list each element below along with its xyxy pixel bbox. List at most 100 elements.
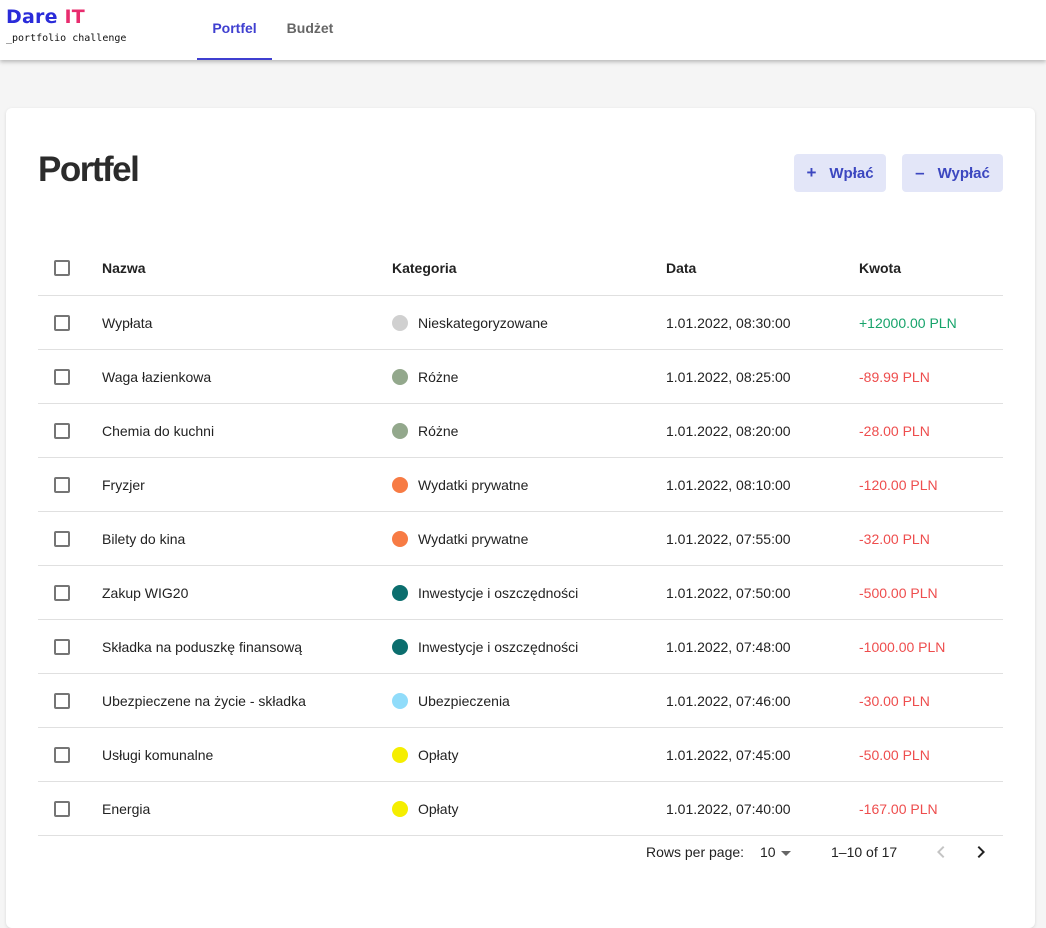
category-label: Ubezpieczenia [418,692,510,709]
category-cell: Różne [392,404,458,457]
header-checkbox-cell [54,240,70,295]
transaction-date: 1.01.2022, 07:46:00 [666,692,791,709]
column-header-name[interactable]: Nazwa [102,240,146,295]
category-color-dot [392,314,408,331]
column-header-amount[interactable]: Kwota [859,240,901,295]
transaction-date: 1.01.2022, 08:10:00 [666,476,791,493]
table-row[interactable]: Ubezpieczene na życie - składka Ubezpiecz… [38,674,1003,728]
row-checkbox-cell [54,404,70,457]
row-checkbox[interactable] [54,800,70,817]
row-checkbox-cell [54,458,70,511]
category-cell: Ubezpieczenia [392,674,510,727]
table-row[interactable]: Usługi komunalne Opłaty 1.01.2022, 07:45:0… [38,728,1003,782]
transaction-name: Waga łazienkowa [102,368,212,385]
logo-subtitle: _portfolio challenge [6,33,127,44]
row-checkbox[interactable] [54,314,70,331]
category-cell: Wydatki prywatne [392,512,528,565]
dropdown-arrow-icon[interactable] [781,851,791,856]
category-cell: Opłaty [392,728,458,781]
app-bar: Dare IT _portfolio challenge Portfel Bud… [0,0,1046,60]
row-checkbox[interactable] [54,584,70,601]
category-label: Różne [418,368,459,385]
transaction-name: Ubezpieczene na życie - składka [102,692,306,709]
page-title: Portfel [38,150,140,189]
column-header-date[interactable]: Data [666,240,696,295]
category-color-dot [392,530,408,547]
row-checkbox-cell [54,728,70,781]
category-color-dot [392,800,408,817]
category-label: Wydatki prywatne [418,530,529,547]
withdraw-button-label: Wypłać [937,164,990,182]
category-color-dot [392,692,408,709]
row-checkbox[interactable] [54,530,70,547]
category-label: Wydatki prywatne [418,476,529,493]
transaction-name: Fryzjer [102,476,145,493]
transaction-date: 1.01.2022, 08:25:00 [666,368,791,385]
row-checkbox[interactable] [54,638,70,655]
transactions-table: Nazwa Kategoria Data Kwota Wypłata Nieska… [38,240,1003,836]
transaction-amount: -32.00 PLN [859,530,930,547]
row-checkbox[interactable] [54,476,70,493]
logo-dare: Dare [6,6,58,28]
tab-portfel[interactable]: Portfel [197,0,272,60]
table-row[interactable]: Fryzjer Wydatki prywatne 1.01.2022, 08:10:… [38,458,1003,512]
transaction-name: Wypłata [102,314,153,331]
select-all-checkbox[interactable] [54,259,70,276]
row-checkbox-cell [54,620,70,673]
table-row[interactable]: Waga łazienkowa Różne 1.01.2022, 08:25:00 -… [38,350,1003,404]
category-color-dot [392,584,408,601]
category-color-dot [392,422,408,439]
row-checkbox[interactable] [54,422,70,439]
column-header-category[interactable]: Kategoria [392,240,457,295]
row-checkbox[interactable] [54,746,70,763]
table-row[interactable]: Wypłata Nieskategoryzowane 1.01.2022, 08:3… [38,296,1003,350]
transaction-name: Zakup WIG20 [102,584,189,601]
category-color-dot [392,368,408,385]
row-checkbox-cell [54,512,70,565]
tab-budzet[interactable]: Budżet [276,0,344,60]
category-label: Inwestycje i oszczędności [418,584,579,601]
table-row[interactable]: Bilety do kina Wydatki prywatne 1.01.2022,… [38,512,1003,566]
transaction-name: Bilety do kina [102,530,186,547]
row-checkbox[interactable] [54,692,70,709]
tab-active-indicator [197,58,272,60]
logo-title: Dare IT [6,6,126,28]
transaction-amount: +12000.00 PLN [859,314,957,331]
row-checkbox-cell [54,350,70,403]
wallet-card: Portfel + Wpłać – Wypłać Nazwa Kategoria… [6,108,1035,928]
logo-it: IT [64,6,85,28]
category-label: Różne [418,422,459,439]
pagination-range: 1–10 of 17 [831,844,898,860]
plus-icon: + [806,163,817,182]
chevron-right-icon[interactable] [969,840,993,864]
row-checkbox-cell [54,674,70,727]
table-row[interactable]: Składka na poduszkę finansową Inwestycje … [38,620,1003,674]
category-label: Nieskategoryzowane [418,314,548,331]
transaction-date: 1.01.2022, 07:50:00 [666,584,791,601]
tab-portfel-label: Portfel [212,20,257,36]
table-pagination: Rows per page: 10 1–10 of 17 [0,826,1046,876]
deposit-button[interactable]: + Wpłać [794,154,886,192]
category-color-dot [392,638,408,655]
transaction-amount: -50.00 PLN [859,746,930,763]
transaction-date: 1.01.2022, 08:20:00 [666,422,791,439]
row-checkbox[interactable] [54,368,70,385]
withdraw-button[interactable]: – Wypłać [902,154,1003,192]
transaction-name: Chemia do kuchni [102,422,215,439]
category-cell: Inwestycje i oszczędności [392,620,578,673]
logo[interactable]: Dare IT _portfolio challenge [6,6,126,44]
transaction-amount: -500.00 PLN [859,584,938,601]
transaction-amount: -30.00 PLN [859,692,930,709]
transaction-date: 1.01.2022, 08:30:00 [666,314,791,331]
transaction-amount: -120.00 PLN [859,476,938,493]
table-row[interactable]: Chemia do kuchni Różne 1.01.2022, 08:20:00… [38,404,1003,458]
table-row[interactable]: Zakup WIG20 Inwestycje i oszczędności 1.01… [38,566,1003,620]
rows-per-page-label: Rows per page: [646,844,745,860]
category-cell: Różne [392,350,458,403]
category-cell: Nieskategoryzowane [392,296,548,349]
transaction-date: 1.01.2022, 07:45:00 [666,746,791,763]
category-label: Opłaty [418,746,459,763]
rows-per-page-select[interactable]: 10 [760,844,776,860]
transaction-date: 1.01.2022, 07:48:00 [666,638,791,655]
chevron-left-icon[interactable] [929,840,953,864]
